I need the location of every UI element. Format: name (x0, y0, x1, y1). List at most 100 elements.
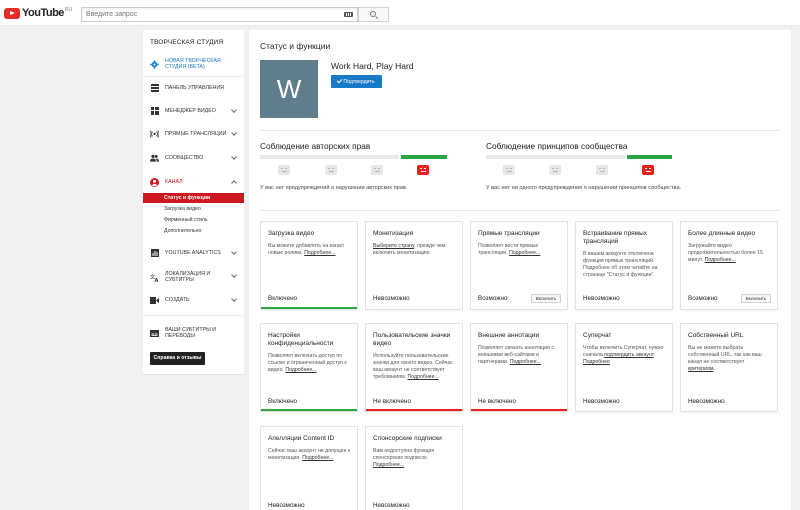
sidebar-divider (143, 315, 244, 316)
channel-name: Work Hard, Play Hard (331, 61, 414, 71)
community-icon (150, 154, 159, 163)
translate-icon: 文A (150, 273, 159, 282)
sidebar-item-label: ПАНЕЛЬ УПРАВЛЕНИЯ (165, 85, 224, 91)
video-manager-icon (150, 107, 159, 116)
sidebar-item-live[interactable]: ПРЯМЫЕ ТРАНСЛЯЦИИ (143, 128, 244, 140)
dashboard-icon (150, 84, 159, 93)
strike-face-icon (503, 165, 515, 175)
card-title: Встраивание прямых трансляций (583, 230, 648, 245)
card-description: Используйте пользовательские значки для … (373, 353, 453, 380)
youtube-logo[interactable]: YouTube RU (4, 7, 72, 19)
card-status: Невозможно (688, 398, 725, 405)
card-description: Загружайте видео продолжительностью боле… (688, 243, 763, 263)
sidebar-item-channel[interactable]: КАНАЛ (143, 176, 244, 188)
masthead: YouTube RU (0, 0, 800, 26)
card-title: Внешние аннотации (478, 332, 540, 339)
strike-face-icon (325, 165, 337, 175)
sub-item-status[interactable]: Статус и функции (143, 193, 244, 203)
card-title: Суперчат (583, 332, 612, 339)
sub-item-advanced[interactable]: Дополнительно (143, 226, 244, 236)
keyboard-icon[interactable] (344, 12, 353, 17)
verify-button-label: Подтвердить (343, 78, 375, 85)
card-description: Выберите страну, прежде чем включить мон… (373, 243, 446, 256)
sidebar-item-your-subtitles[interactable]: ВАШИ СУБТИТРЫ И ПЕРЕВОДЫ (143, 326, 244, 340)
live-icon (150, 130, 159, 139)
channel-icon (150, 177, 159, 187)
more-link[interactable]: Подробнее... (408, 374, 439, 380)
analytics-icon (150, 249, 159, 258)
more-link[interactable]: Подробнее... (705, 257, 736, 263)
verify-button[interactable]: Подтвердить (331, 75, 382, 88)
card-description: В вашем аккаунте отключена функция прямы… (583, 251, 658, 278)
logo-region: RU (64, 7, 73, 13)
more-link[interactable]: Подробнее... (304, 250, 335, 256)
card-status: Невозможно (373, 502, 410, 509)
copyright-ok-bar (401, 155, 447, 159)
chevron-up-icon (231, 180, 237, 186)
status-face-icon (642, 165, 654, 175)
card-status: Включено (268, 295, 298, 302)
create-icon (150, 296, 159, 305)
sidebar-divider (143, 76, 244, 77)
card-description: Вы можете добавлять на канал новые ролик… (268, 243, 344, 256)
sidebar-item-analytics[interactable]: YOUTUBE ANALYTICS (143, 247, 244, 259)
chevron-down-icon (231, 107, 237, 113)
sidebar: ТВОРЧЕСКАЯ СТУДИЯ НОВАЯ ТВОРЧЕСКАЯ СТУДИ… (143, 30, 244, 374)
card-title: Апелляции Content ID (268, 435, 335, 442)
card-description: Позволяет вести прямые трансляции. Подро… (478, 243, 541, 256)
more-link[interactable]: Подробнее... (373, 462, 404, 468)
sidebar-item-label: ПРЯМЫЕ ТРАНСЛЯЦИИ (165, 131, 227, 137)
feature-card-custom-thumbnails: Пользовательские значки видео Используйт… (366, 324, 462, 411)
more-link[interactable]: Подробнее... (302, 455, 333, 461)
sidebar-item-label: СООБЩЕСТВО (165, 155, 204, 161)
sidebar-item-new-studio[interactable]: НОВАЯ ТВОРЧЕСКАЯ СТУДИЯ (BETA) (143, 57, 244, 71)
sidebar-item-video-manager[interactable]: МЕНЕДЖЕР ВИДЕО (143, 105, 244, 117)
community-ok-bar (627, 155, 672, 159)
verify-account-link[interactable]: подтвердить аккаунт (604, 352, 653, 358)
sub-item-upload[interactable]: Загрузка видео (143, 204, 244, 214)
chevron-down-icon (231, 296, 237, 302)
main-content: Статус и функции W Work Hard, Play Hard … (249, 30, 791, 510)
enable-button[interactable]: Включить (741, 294, 771, 303)
strike-face-icon (278, 165, 290, 175)
enable-button[interactable]: Включить (531, 294, 561, 303)
criteria-link[interactable]: критериям (688, 366, 713, 372)
check-icon (337, 77, 343, 84)
more-link[interactable]: Подробнее (583, 359, 610, 365)
help-feedback-button[interactable]: Справка и отзывы (150, 352, 205, 365)
logo-text: YouTube (22, 7, 64, 19)
chevron-down-icon (231, 272, 237, 278)
avatar[interactable]: W (260, 60, 318, 118)
sub-item-branding[interactable]: Фирменный стиль (143, 215, 244, 225)
sidebar-item-localization[interactable]: 文A ЛОКАЛИЗАЦИЯ И СУБТИТРЫ (143, 270, 244, 284)
card-title: Пользовательские значки видео (373, 332, 451, 347)
more-link[interactable]: Подробнее... (285, 367, 316, 373)
card-title: Собственный URL (688, 332, 744, 339)
card-description: Вам недоступна функция спонсорских подпи… (373, 448, 435, 468)
country-link[interactable]: Выберите страну (373, 243, 414, 249)
card-description: Позволяет связать аннотации с внешними в… (478, 345, 554, 365)
sidebar-item-create[interactable]: СОЗДАТЬ (143, 294, 244, 306)
status-line (471, 409, 567, 411)
more-link[interactable]: Подробнее... (510, 359, 541, 365)
search-input[interactable] (82, 8, 337, 21)
sidebar-item-label: НОВАЯ ТВОРЧЕСКАЯ СТУДИЯ (BETA) (165, 58, 221, 70)
copyright-strike-bar (260, 155, 399, 159)
card-title: Более длинные видео (688, 230, 756, 237)
sidebar-item-label: КАНАЛ (165, 179, 183, 185)
card-title: Спонсорские подписки (373, 435, 442, 442)
search-button[interactable] (358, 7, 389, 22)
community-message: У вас нет ни одного предупреждения о нар… (486, 185, 682, 191)
sidebar-item-label: ЛОКАЛИЗАЦИЯ И СУБТИТРЫ (165, 271, 211, 283)
sidebar-item-label: ВАШИ СУБТИТРЫ И ПЕРЕВОДЫ (165, 327, 217, 339)
feature-card-privacy: Настройки конфиденциальности Позволяет в… (261, 324, 357, 411)
gear-icon (150, 59, 159, 69)
feature-card-live-embed: Встраивание прямых трансляций В вашем ак… (576, 222, 672, 309)
more-link[interactable]: Подробнее... (509, 250, 540, 256)
strike-face-icon (596, 165, 608, 175)
card-description: Позволяет включать доступ по ссылке и ог… (268, 353, 347, 373)
search-box (81, 7, 358, 22)
sidebar-item-dashboard[interactable]: ПАНЕЛЬ УПРАВЛЕНИЯ (143, 82, 244, 94)
sidebar-item-community[interactable]: СООБЩЕСТВО (143, 152, 244, 164)
status-face-icon (417, 165, 429, 175)
